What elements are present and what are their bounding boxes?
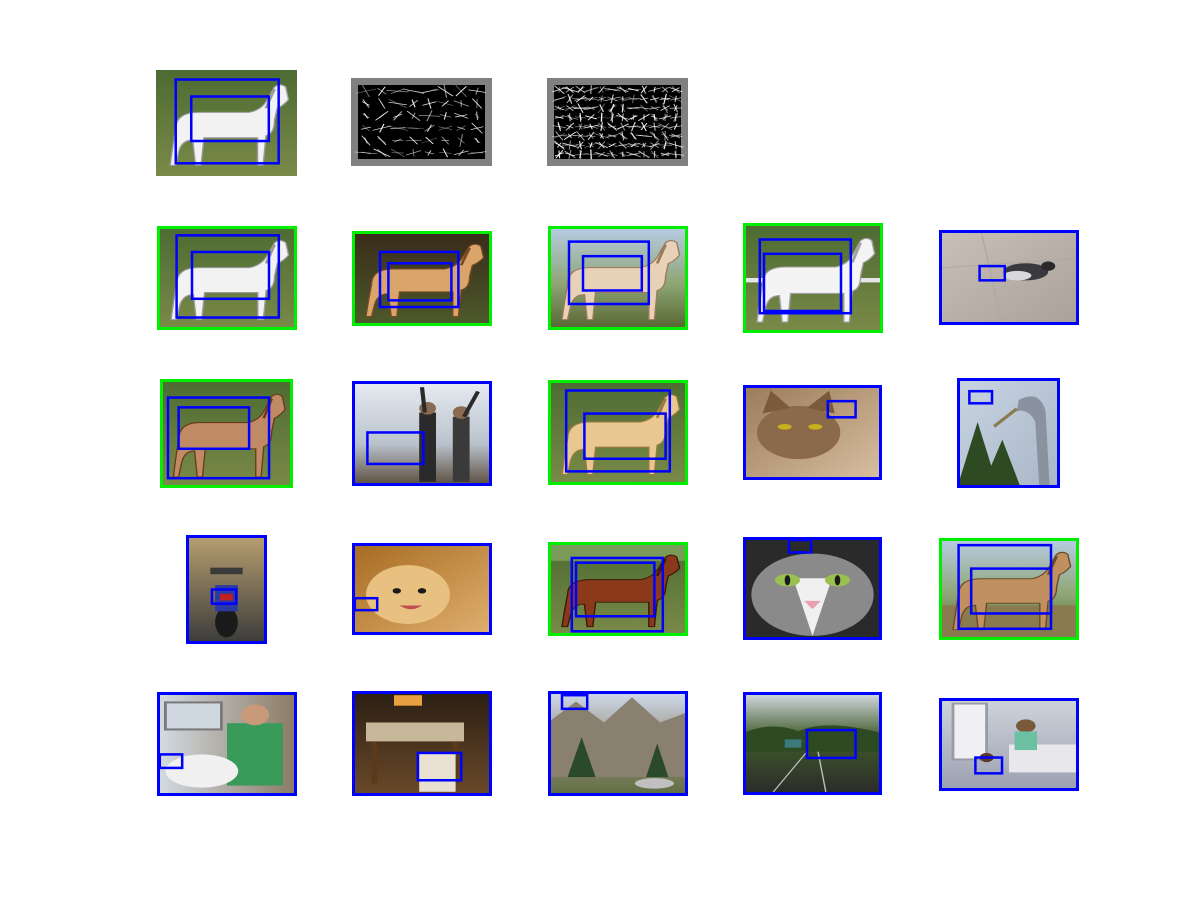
result-13-image — [548, 542, 688, 636]
result-15-image — [939, 538, 1079, 640]
hog-part-filters-icon — [547, 78, 688, 166]
results-grid — [157, 223, 1080, 796]
query-image-image — [156, 70, 297, 176]
result-8[interactable] — [548, 380, 688, 485]
result-18-image — [548, 691, 688, 796]
result-19-image — [743, 692, 882, 796]
result-8-image — [548, 380, 688, 485]
result-9-image — [743, 385, 882, 480]
result-6-image — [160, 379, 293, 488]
result-5-image — [938, 229, 1080, 326]
result-11[interactable] — [186, 535, 267, 644]
result-12[interactable] — [352, 543, 492, 635]
result-20[interactable] — [939, 698, 1079, 791]
result-1-image — [157, 226, 297, 330]
result-10[interactable] — [957, 378, 1060, 488]
result-10-image — [957, 378, 1060, 488]
white-horse-image[interactable] — [156, 70, 297, 176]
result-13[interactable] — [548, 542, 688, 636]
result-2[interactable] — [352, 231, 492, 326]
result-17[interactable] — [352, 691, 492, 796]
result-6[interactable] — [160, 379, 293, 488]
result-3[interactable] — [548, 226, 688, 330]
result-20-image — [939, 698, 1079, 791]
query-row — [156, 70, 688, 176]
result-14[interactable] — [743, 537, 882, 640]
result-5[interactable] — [938, 229, 1080, 326]
result-16[interactable] — [157, 692, 297, 796]
result-19[interactable] — [743, 692, 882, 796]
result-1[interactable] — [157, 226, 297, 330]
result-12-image — [352, 543, 492, 635]
result-15[interactable] — [939, 538, 1079, 640]
result-2-image — [352, 231, 492, 326]
hog-root-filter-icon-cells — [354, 84, 487, 159]
result-14-image — [743, 537, 882, 640]
result-9[interactable] — [743, 385, 882, 480]
result-16-image — [157, 692, 297, 796]
detection-figure — [156, 70, 1080, 796]
result-4[interactable] — [743, 223, 883, 333]
hog-part-filters-icon-cells — [551, 85, 685, 160]
result-18[interactable] — [548, 691, 688, 796]
hog-root-filter-icon — [351, 78, 492, 166]
result-7[interactable] — [352, 381, 492, 486]
